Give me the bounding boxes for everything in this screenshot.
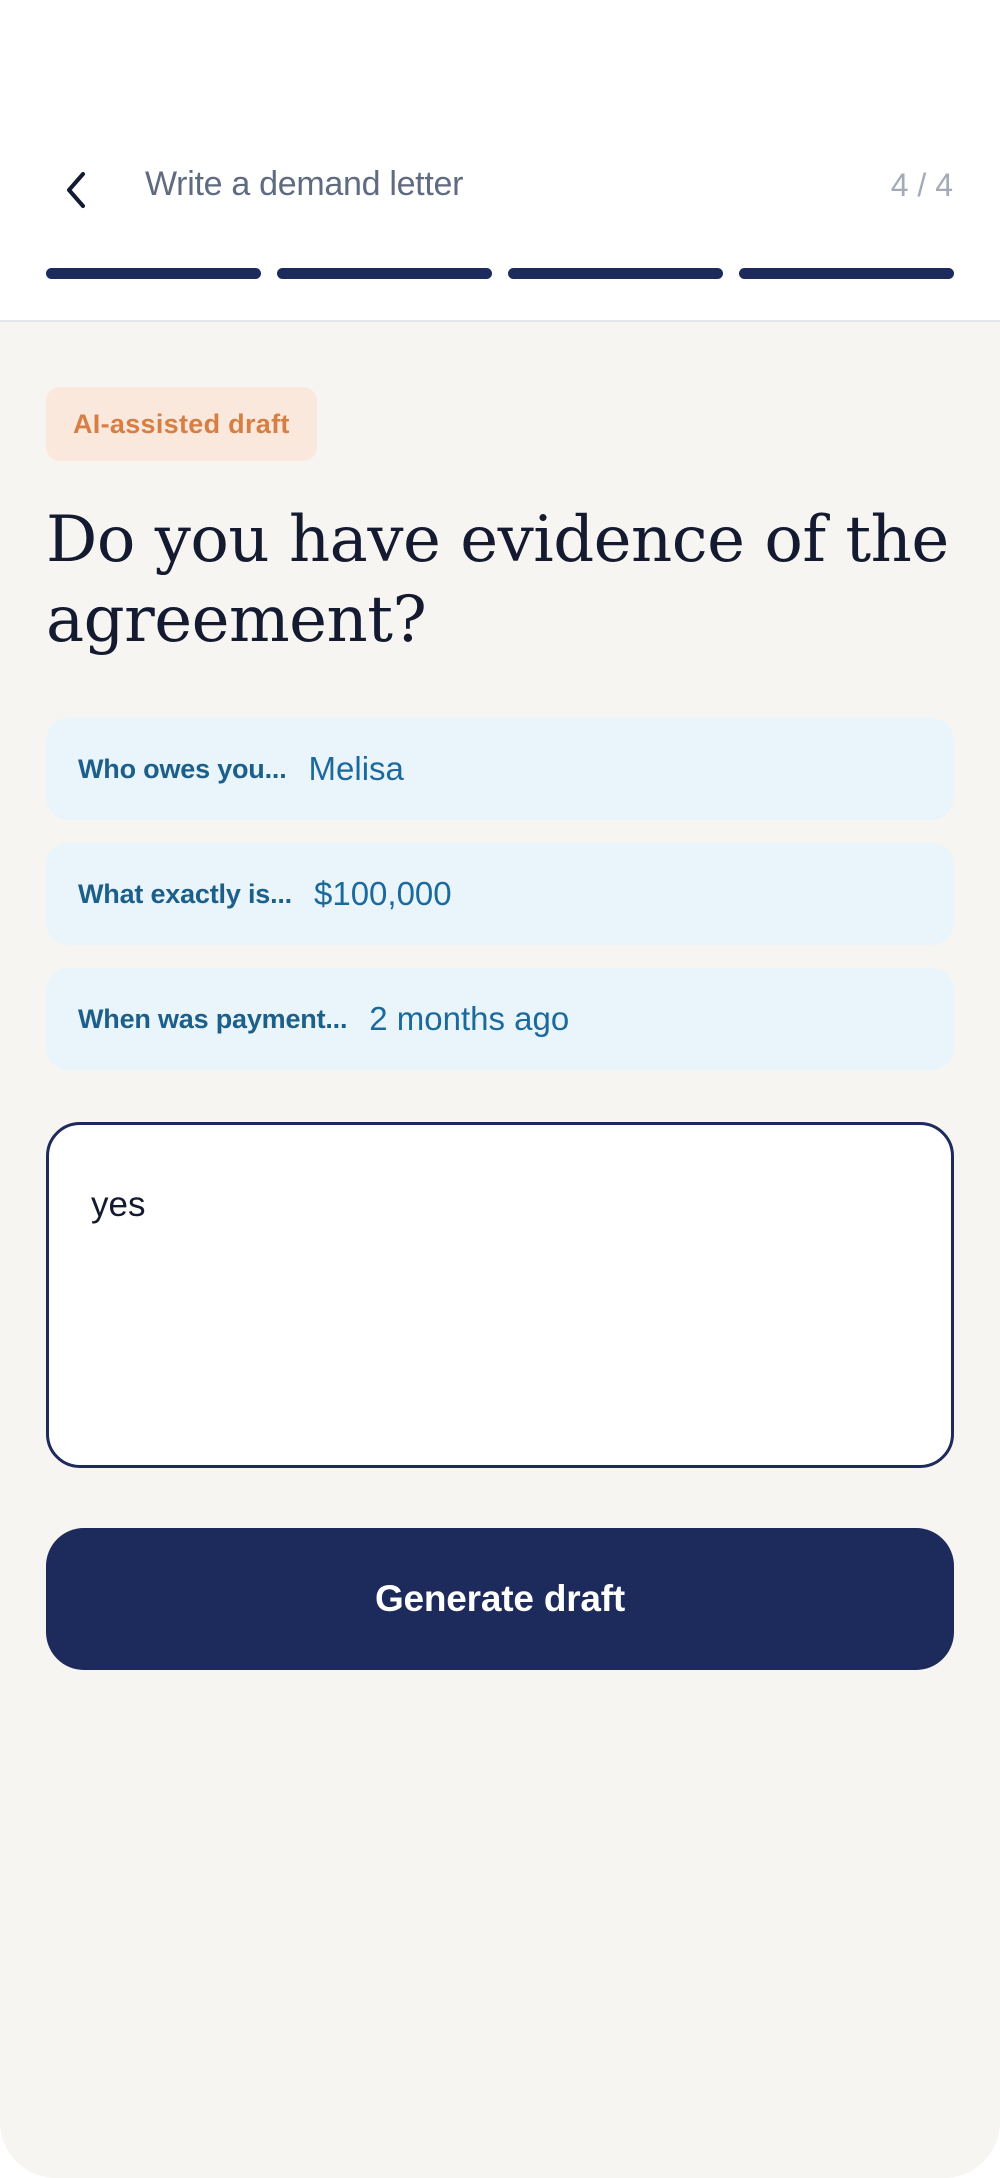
previous-answer-question: When was payment... — [78, 1003, 348, 1034]
progress-bar — [46, 268, 954, 279]
previous-answer-value: 2 months ago — [369, 1000, 570, 1037]
previous-answer-question: Who owes you... — [78, 753, 287, 784]
header: Write a demand letter 4 / 4 — [0, 0, 1000, 322]
previous-answer-who-owes[interactable]: Who owes you... Melisa — [46, 718, 954, 820]
page-title: Write a demand letter — [145, 165, 464, 203]
previous-answer-payment-due[interactable]: When was payment... 2 months ago — [46, 968, 954, 1070]
progress-segment-1 — [46, 268, 261, 279]
back-button[interactable] — [46, 160, 106, 220]
previous-answer-value: $100,000 — [313, 875, 452, 912]
progress-segment-4 — [739, 268, 954, 279]
generate-draft-button[interactable]: Generate draft — [46, 1528, 954, 1670]
chevron-left-icon — [67, 172, 85, 208]
step-counter: 4 / 4 — [890, 167, 953, 203]
progress-segment-2 — [277, 268, 492, 279]
previous-answers-list: Who owes you... Melisa What exactly is..… — [46, 718, 954, 1093]
ai-assisted-badge: AI-assisted draft — [46, 387, 317, 461]
previous-answer-question: What exactly is... — [78, 878, 292, 909]
screen: Write a demand letter 4 / 4 AI-assisted … — [0, 0, 1000, 2178]
previous-answer-amount[interactable]: What exactly is... $100,000 — [46, 843, 954, 945]
question-heading: Do you have evidence of the agreement? — [46, 503, 949, 657]
progress-segment-3 — [508, 268, 723, 279]
previous-answer-value: Melisa — [308, 750, 404, 787]
answer-textarea[interactable]: yes — [46, 1122, 954, 1468]
